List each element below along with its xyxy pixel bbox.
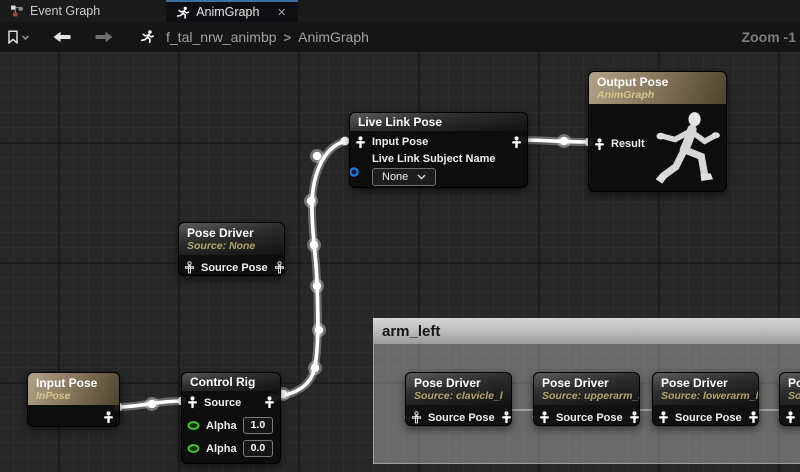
node-header[interactable]: Pose Driver Source: None: [179, 223, 284, 255]
pose-pin-person-icon[interactable]: [539, 411, 550, 424]
node-title: Output Pose: [597, 75, 718, 89]
node-subtitle: InPose: [36, 390, 111, 402]
tab-animgraph[interactable]: AnimGraph ✕: [166, 0, 298, 22]
arrow-left-icon: [52, 31, 72, 43]
graph-toolbar: f_tal_nrw_animbp > AnimGraph Zoom -1: [0, 22, 800, 52]
node-pose-driver-upperarm-l[interactable]: Pose Driver Source: upperarm_l Source Po…: [533, 372, 640, 426]
pose-pin-person-icon[interactable]: [629, 411, 640, 424]
pin-label-input-pose: Input Pose: [372, 136, 428, 148]
zoom-level-indicator: Zoom -1: [742, 29, 796, 45]
node-title: Pose Driver: [542, 376, 631, 390]
pose-pin-person-hollow-icon[interactable]: [184, 261, 195, 274]
pose-pin-person-icon[interactable]: [785, 411, 796, 424]
arrow-right-icon: [94, 31, 114, 43]
document-tab-bar: Event Graph AnimGraph ✕: [0, 0, 800, 22]
pose-pin-person-icon[interactable]: [501, 411, 512, 424]
back-button[interactable]: [48, 22, 76, 52]
bookmark-icon: [7, 30, 19, 44]
breadcrumb-separator: >: [284, 30, 292, 45]
node-title: Pose Driver: [414, 376, 503, 390]
runner-icon: [140, 29, 155, 45]
node-header[interactable]: Pose Driver Source: clavicle_l: [406, 373, 511, 405]
node-header[interactable]: Pose Driver Source: lowerarm_l: [653, 373, 758, 405]
node-header[interactable]: Pose Driver Source:: [780, 373, 800, 405]
chevron-down-icon: [21, 34, 30, 41]
tab-label: Event Graph: [30, 4, 100, 18]
close-icon[interactable]: ✕: [275, 6, 288, 19]
pin-label-source: Source: [204, 397, 241, 409]
pose-pin-person-icon[interactable]: [264, 396, 275, 409]
graph-icon: [10, 4, 24, 18]
node-header[interactable]: Live Link Pose: [350, 113, 527, 131]
pin-label-source-pose: Source Pose: [556, 412, 623, 424]
pose-pin-person-hollow-icon[interactable]: [274, 261, 285, 274]
node-pose-driver-clavicle-l[interactable]: Pose Driver Source: clavicle_l Source Po…: [405, 372, 512, 426]
node-input-pose[interactable]: Input Pose InPose: [27, 372, 120, 427]
node-pose-driver-lowerarm-l[interactable]: Pose Driver Source: lowerarm_l Source Po…: [652, 372, 759, 426]
pose-pin-person-icon[interactable]: [103, 411, 114, 424]
subject-name-label: Live Link Subject Name: [350, 153, 527, 165]
node-pose-driver-none[interactable]: Pose Driver Source: None Source Pose: [178, 222, 285, 276]
node-title: Pose Driver: [187, 226, 276, 240]
pose-pin-person-icon[interactable]: [748, 411, 759, 424]
runner-icon: [140, 29, 156, 45]
node-subtitle: AnimGraph: [597, 89, 718, 101]
pin-label-source-pose: Source Pose: [201, 262, 268, 274]
node-control-rig[interactable]: Control Rig Source Alpha 1.0 Alpha 0.0: [181, 372, 281, 464]
node-subtitle: Source: upperarm_l: [542, 390, 631, 402]
pin-label-source-pose: Source Pose: [428, 412, 495, 424]
pin-label-alpha: Alpha: [206, 420, 237, 432]
node-live-link-pose[interactable]: Live Link Pose Input Pose Live Link Subj…: [349, 112, 528, 188]
character-preview: [638, 104, 724, 192]
graph-canvas[interactable]: arm_left: [0, 52, 800, 472]
pose-pin-person-icon[interactable]: [511, 136, 522, 149]
livelink-subject-pin-icon[interactable]: [349, 166, 360, 178]
pose-pin-person-icon[interactable]: [355, 136, 366, 149]
float-pin-icon[interactable]: [187, 421, 200, 430]
node-subtitle: Source: clavicle_l: [414, 390, 503, 402]
tab-event-graph[interactable]: Event Graph: [0, 0, 110, 22]
chevron-down-icon: [417, 174, 426, 180]
pose-pin-person-icon[interactable]: [594, 138, 605, 151]
pose-pin-person-hollow-icon[interactable]: [411, 411, 422, 424]
forward-button[interactable]: [90, 22, 118, 52]
comment-title[interactable]: arm_left: [373, 318, 800, 344]
subject-name-dropdown[interactable]: None: [372, 168, 436, 186]
animgraph-editor-window: Event Graph AnimGraph ✕ f_tal_nrw_animbp…: [0, 0, 800, 472]
node-subtitle: Source: None: [187, 240, 276, 252]
node-header[interactable]: Input Pose InPose: [28, 373, 119, 405]
pin-label-source-pose: Source Pose: [675, 412, 742, 424]
node-output-pose[interactable]: Output Pose AnimGraph Result: [588, 71, 727, 192]
node-title: Control Rig: [190, 375, 272, 389]
pose-pin-person-icon[interactable]: [658, 411, 669, 424]
breadcrumb-blueprint[interactable]: f_tal_nrw_animbp: [166, 29, 277, 45]
node-title: Pose Driver: [788, 376, 800, 390]
bookmark-button[interactable]: [0, 22, 34, 52]
node-subtitle: Source:: [788, 390, 800, 402]
node-pose-driver-clipped[interactable]: Pose Driver Source: Source Pose: [779, 372, 800, 426]
node-header[interactable]: Pose Driver Source: upperarm_l: [534, 373, 639, 405]
runner-icon: [176, 5, 190, 21]
tab-label: AnimGraph: [196, 5, 259, 19]
alpha-value-input[interactable]: 0.0: [243, 440, 274, 457]
node-header[interactable]: Control Rig: [182, 373, 280, 391]
breadcrumb-graph[interactable]: AnimGraph: [298, 29, 369, 45]
node-title: Live Link Pose: [358, 115, 519, 129]
runner-icon: [176, 5, 190, 19]
node-title: Input Pose: [36, 376, 111, 390]
node-header[interactable]: Output Pose AnimGraph: [589, 72, 726, 104]
node-subtitle: Source: lowerarm_l: [661, 390, 750, 402]
pin-label-alpha: Alpha: [206, 443, 237, 455]
dropdown-value: None: [382, 171, 408, 183]
alpha-value-input[interactable]: 1.0: [243, 417, 274, 434]
node-title: Pose Driver: [661, 376, 750, 390]
float-pin-icon[interactable]: [187, 444, 200, 453]
pose-pin-person-icon[interactable]: [187, 396, 198, 409]
